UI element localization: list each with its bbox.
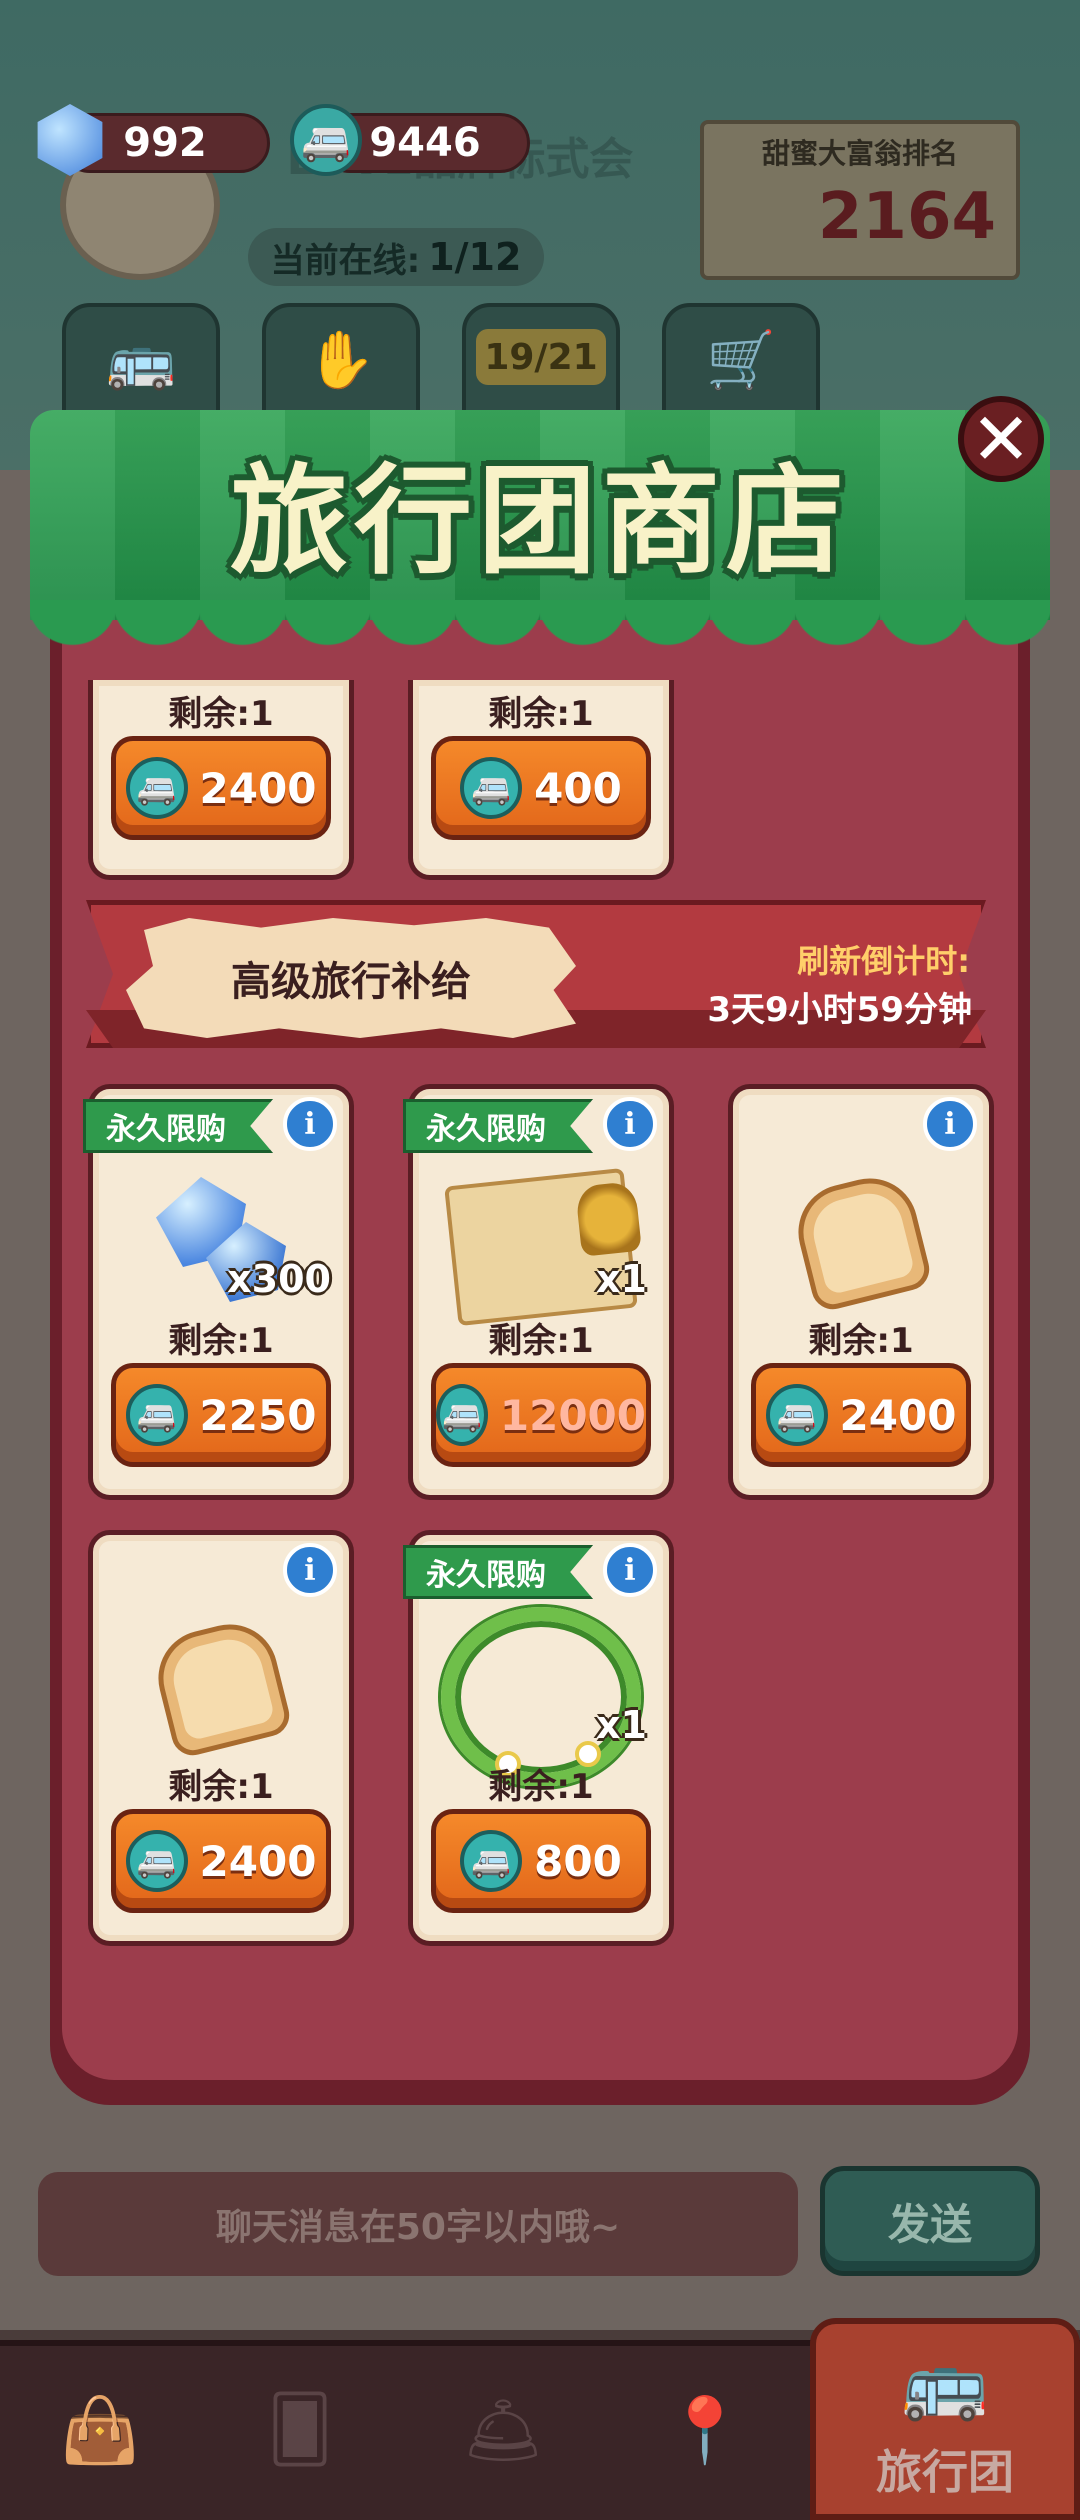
online-label: 当前在线: <box>270 240 421 281</box>
close-button[interactable]: ✕ <box>958 396 1044 482</box>
rank-board[interactable]: 甜蜜大富翁排名 2164 <box>700 120 1020 280</box>
shop-item-card: i 剩余:1 🚐 2400 <box>88 1530 354 1946</box>
item-remaining: 剩余:1 <box>168 1321 274 1361</box>
rank-label: 甜蜜大富翁排名 <box>761 137 958 170</box>
item-quantity: x1 <box>596 1703 647 1747</box>
van-token-icon: 🚐 <box>460 1830 523 1892</box>
item-price: 2250 <box>199 1390 317 1440</box>
helping-hand-icon: ✋ <box>306 328 376 393</box>
van-token-icon: 🚐 <box>765 1384 828 1446</box>
van-token-count: 9446 <box>369 120 481 166</box>
close-icon: ✕ <box>970 397 1032 481</box>
van-token-icon: 🚐 <box>125 757 188 819</box>
bus-icon: 🚌 <box>106 328 176 393</box>
tab-tour-group[interactable]: 🚌 <box>62 303 220 423</box>
van-token-icon: 🚐 <box>125 1384 188 1446</box>
tab-challenge[interactable]: 19/21 <box>462 303 620 423</box>
buy-button[interactable]: 🚐 12000 <box>431 1363 651 1467</box>
chat-input[interactable]: 聊天消息在50字以内哦~ <box>38 2172 798 2276</box>
buy-button[interactable]: 🚐 2400 <box>751 1363 971 1467</box>
challenge-count: 19/21 <box>476 329 606 385</box>
item-remaining: 剩余:1 <box>488 1767 594 1807</box>
shop-title: 旅行团商店 <box>229 451 850 590</box>
van-token-icon: 🚐 <box>125 1830 188 1892</box>
section-title: 高级旅行补给 <box>231 959 471 1005</box>
treasure-map-icon <box>444 1167 642 1327</box>
bus-toast-icon <box>788 1168 934 1314</box>
service-bell-icon[interactable]: 🛎 <box>448 2380 558 2480</box>
shop-item-card: i 剩余:1 🚐 2400 <box>728 1084 994 1500</box>
map-pin-icon[interactable]: 📍 <box>650 2380 760 2480</box>
rank-value: 2164 <box>817 180 996 254</box>
info-icon[interactable]: i <box>603 1543 657 1597</box>
send-button[interactable]: 发送 <box>820 2166 1040 2276</box>
buy-button[interactable]: 🚐 2400 <box>111 1809 331 1913</box>
shop-item-card: 剩余:1 🚐 400 <box>408 680 674 880</box>
item-remaining: 剩余:1 <box>488 694 594 734</box>
refresh-countdown-value: 3天9小时59分钟 <box>707 990 972 1030</box>
nav-tour-group[interactable]: 🚌 旅行团 <box>810 2318 1080 2520</box>
item-price: 400 <box>534 763 622 813</box>
info-icon[interactable]: i <box>283 1543 337 1597</box>
tab-help[interactable]: ✋ <box>262 303 420 423</box>
online-value: 1/12 <box>428 235 522 279</box>
item-price: 12000 <box>499 1390 646 1440</box>
shop-item-card: 永久限购 i x1 剩余:1 🚐 12000 <box>403 1084 674 1500</box>
item-remaining: 剩余:1 <box>488 1321 594 1361</box>
item-quantity: x300 <box>227 1257 331 1301</box>
item-price: 2400 <box>839 1390 957 1440</box>
bag-icon[interactable]: 👜 <box>45 2380 155 2480</box>
shop-item-card: 剩余:1 🚐 2400 <box>88 680 354 880</box>
limit-tag: 永久限购 <box>403 1545 593 1599</box>
info-icon[interactable]: i <box>603 1097 657 1151</box>
online-status: 当前在线: 1/12 <box>248 228 544 286</box>
item-remaining: 剩余:1 <box>168 694 274 734</box>
buy-button[interactable]: 🚐 2250 <box>111 1363 331 1467</box>
item-price: 2400 <box>199 763 317 813</box>
info-icon[interactable]: i <box>923 1097 977 1151</box>
buy-button[interactable]: 🚐 2400 <box>111 736 331 840</box>
bus-icon: 🚌 <box>901 2342 989 2424</box>
gem-count: 992 <box>123 120 207 166</box>
item-price: 2400 <box>199 1836 317 1886</box>
cards-icon[interactable]: 🂠 <box>245 2380 355 2480</box>
awning-scallop <box>30 600 1050 660</box>
item-remaining: 剩余:1 <box>808 1321 914 1361</box>
info-icon[interactable]: i <box>283 1097 337 1151</box>
buy-button[interactable]: 🚐 400 <box>431 736 651 840</box>
shop-item-card: 永久限购 i x300 剩余:1 🚐 2250 <box>83 1084 354 1500</box>
cart-icon: 🛒 <box>706 328 776 393</box>
refresh-countdown-label: 刷新倒计时: <box>797 942 970 980</box>
limit-tag: 永久限购 <box>403 1099 593 1153</box>
van-token-icon: 🚐 <box>290 104 362 176</box>
shop-item-card: 永久限购 i x1 剩余:1 🚐 800 <box>403 1530 674 1946</box>
item-quantity: x1 <box>596 1257 647 1301</box>
item-remaining: 剩余:1 <box>168 1767 274 1807</box>
nav-tour-group-label: 旅行团 <box>876 2445 1014 2499</box>
tree-toast-icon <box>148 1614 294 1760</box>
van-token-icon: 🚐 <box>460 757 523 819</box>
item-price: 800 <box>534 1836 622 1886</box>
limit-tag: 永久限购 <box>83 1099 273 1153</box>
van-token-icon: 🚐 <box>436 1384 488 1446</box>
tab-store[interactable]: 🛒 <box>662 303 820 423</box>
buy-button[interactable]: 🚐 800 <box>431 1809 651 1913</box>
